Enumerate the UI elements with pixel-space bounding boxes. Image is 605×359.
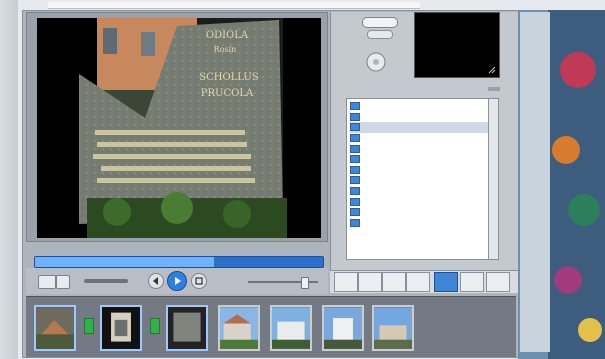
list-header: [342, 86, 500, 94]
resize-icon[interactable]: [488, 66, 496, 74]
title-style-icon: [350, 134, 360, 143]
tool-dvd[interactable]: [486, 272, 510, 292]
clip-thumbnail[interactable]: [100, 305, 142, 351]
clip-thumbnail[interactable]: [34, 305, 76, 351]
title-style-icon: [350, 197, 360, 206]
tool-audio[interactable]: [382, 272, 406, 292]
title-style-icon: [350, 112, 360, 121]
sign-line: ODIOLA: [206, 30, 249, 41]
clip-thumbnail[interactable]: [166, 305, 208, 351]
list-scrollbar[interactable]: [488, 98, 499, 260]
titles-mode-button[interactable]: [362, 17, 398, 28]
title-style-item[interactable]: [350, 186, 489, 197]
tool-photos[interactable]: [358, 272, 382, 292]
transition-marker[interactable]: [150, 318, 160, 334]
title-style-item[interactable]: [350, 133, 489, 144]
viewer-photo: ODIOLA Rosin SCHOLLUS PRUCOLA: [79, 18, 287, 238]
title-style-icon: [350, 102, 360, 111]
title-style-item[interactable]: [350, 196, 489, 207]
title-style-item[interactable]: [350, 165, 489, 176]
list-size-control[interactable]: [488, 87, 500, 91]
clip-thumbnail[interactable]: [322, 305, 364, 351]
sign-line: SCHOLLUS: [199, 72, 259, 83]
title-preview: [414, 12, 500, 78]
title-style-list[interactable]: [346, 98, 490, 260]
mode-toggle-button[interactable]: [367, 30, 393, 39]
zoom-slider[interactable]: [84, 279, 128, 283]
clip-thumbnail[interactable]: [218, 305, 260, 351]
gear-icon[interactable]: [366, 52, 386, 72]
title-style-item[interactable]: [350, 218, 489, 229]
scrubber-fill: [35, 257, 214, 267]
title-style-item[interactable]: [350, 154, 489, 165]
title-style-item[interactable]: [350, 112, 489, 123]
play-icon[interactable]: [167, 271, 187, 291]
sign-line: PRUCOLA: [201, 88, 254, 99]
volume-knob[interactable]: [301, 277, 309, 289]
sign-line: Rosin: [214, 45, 237, 54]
title-style-icon: [350, 144, 360, 153]
playback-scrubber[interactable]: [34, 256, 324, 268]
view-toggle-button[interactable]: [56, 275, 70, 289]
title-style-item[interactable]: [350, 101, 489, 112]
title-style-icon: [350, 208, 360, 217]
view-toggle-button[interactable]: [38, 275, 56, 289]
window-left-edge: [0, 0, 18, 359]
clip-thumbnail[interactable]: [372, 305, 414, 351]
transition-marker[interactable]: [84, 318, 94, 334]
title-style-icon: [350, 123, 360, 132]
tool-clips[interactable]: [334, 272, 358, 292]
fullscreen-icon[interactable]: [191, 273, 207, 289]
tool-transitions[interactable]: [434, 272, 458, 292]
tool-titles[interactable]: [406, 272, 430, 292]
title-style-icon: [350, 155, 360, 164]
title-style-item[interactable]: [350, 122, 489, 133]
title-style-item[interactable]: [350, 143, 489, 154]
title-style-icon: [350, 187, 360, 196]
title-style-icon: [350, 176, 360, 185]
window-scrollbar[interactable]: [520, 12, 550, 352]
rewind-icon[interactable]: [148, 273, 164, 289]
title-style-icon: [350, 165, 360, 174]
title-style-item[interactable]: [350, 175, 489, 186]
title-style-item[interactable]: [350, 207, 489, 218]
clip-thumbnail[interactable]: [270, 305, 312, 351]
tool-effects[interactable]: [460, 272, 484, 292]
title-style-icon: [350, 218, 360, 227]
